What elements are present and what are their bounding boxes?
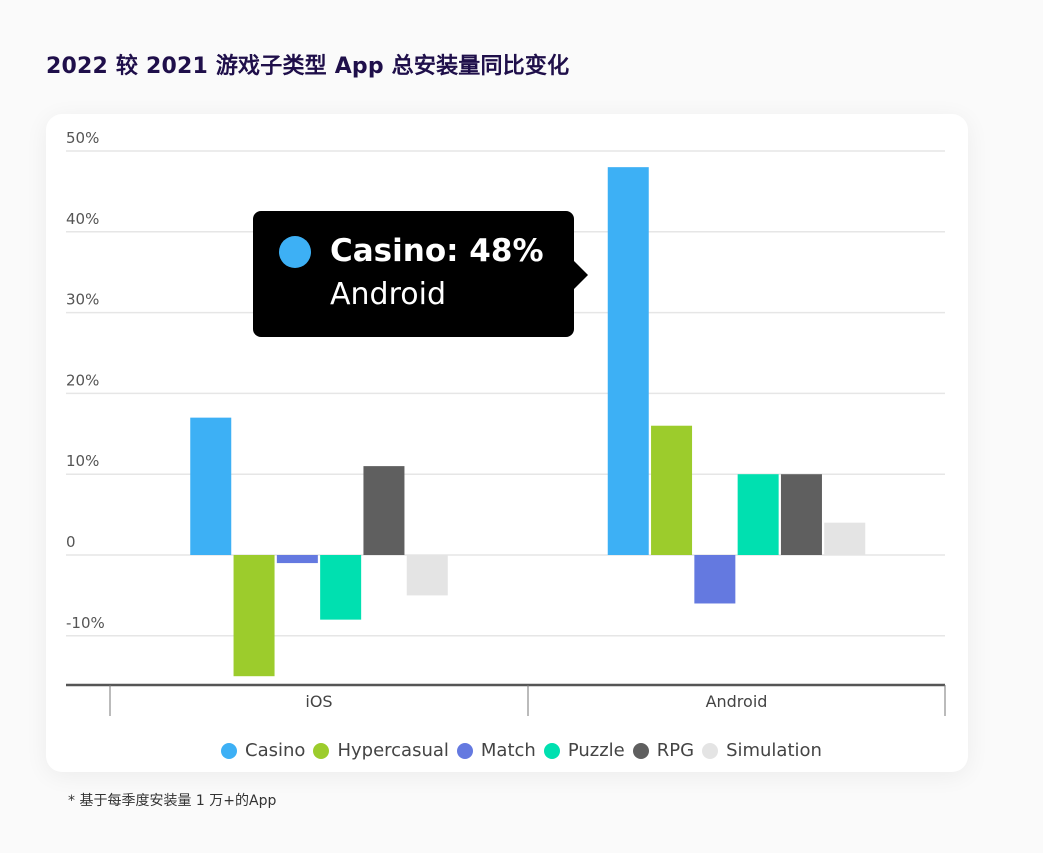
legend-item-rpg[interactable]: RPG	[632, 740, 695, 761]
bar-match-ios	[276, 555, 318, 564]
legend-label: Casino	[245, 740, 306, 761]
bar-rpg-android	[780, 474, 822, 555]
legend-label: RPG	[656, 740, 695, 761]
legend-dot-icon	[702, 742, 719, 759]
bar-simulation-android	[824, 522, 866, 555]
tooltip-title: Casino: 48%	[330, 233, 544, 269]
y-tick-label: -10%	[66, 614, 105, 632]
legend-label: Hypercasual	[337, 740, 449, 761]
legend-label: Puzzle	[567, 740, 625, 761]
legend-item-simulation[interactable]: Simulation	[702, 740, 822, 761]
x-tick-label: iOS	[305, 692, 332, 711]
bar-puzzle-android	[737, 474, 779, 555]
bar-hypercasual-ios	[233, 555, 275, 677]
footnote: * 基于每季度安装量 1 万+的App	[68, 793, 277, 809]
bar-chart: 50% 40% 30% 20% 10% 0 -10% iOS Android	[66, 129, 946, 716]
bar-puzzle-ios	[320, 555, 362, 620]
legend-item-puzzle[interactable]: Puzzle	[543, 740, 625, 761]
legend-dot-icon	[543, 742, 560, 759]
legend-dot-icon	[221, 742, 238, 759]
bar-casino-ios	[190, 417, 232, 555]
bar-casino-android	[607, 167, 649, 555]
y-tick-label: 50%	[66, 129, 99, 147]
chart-tooltip: Casino: 48% Android	[253, 211, 588, 337]
y-tick-label: 10%	[66, 452, 99, 470]
bar-match-android	[694, 555, 736, 604]
legend-dot-icon	[456, 742, 473, 759]
y-tick-label: 40%	[66, 210, 99, 228]
legend-dot-icon	[632, 742, 649, 759]
legend-dot-icon	[313, 742, 330, 759]
bar-simulation-ios	[406, 555, 448, 596]
bar-hypercasual-android	[651, 425, 693, 555]
legend-label: Match	[480, 740, 536, 761]
x-tick-label: Android	[706, 692, 768, 711]
y-tick-label: 20%	[66, 371, 99, 389]
y-tick-label: 0	[66, 533, 76, 551]
legend-label: Simulation	[726, 740, 822, 761]
legend-item-hypercasual[interactable]: Hypercasual	[313, 740, 449, 761]
legend-item-match[interactable]: Match	[456, 740, 536, 761]
legend-item-casino[interactable]: Casino	[221, 740, 305, 761]
bar-rpg-ios	[363, 466, 405, 555]
tooltip-series-dot-icon	[279, 236, 311, 268]
y-tick-label: 30%	[66, 291, 99, 309]
tooltip-category: Android	[330, 277, 446, 312]
chart-legend: Casino Hypercasual Match Puzzle RPG Simulatio…	[0, 740, 1043, 764]
